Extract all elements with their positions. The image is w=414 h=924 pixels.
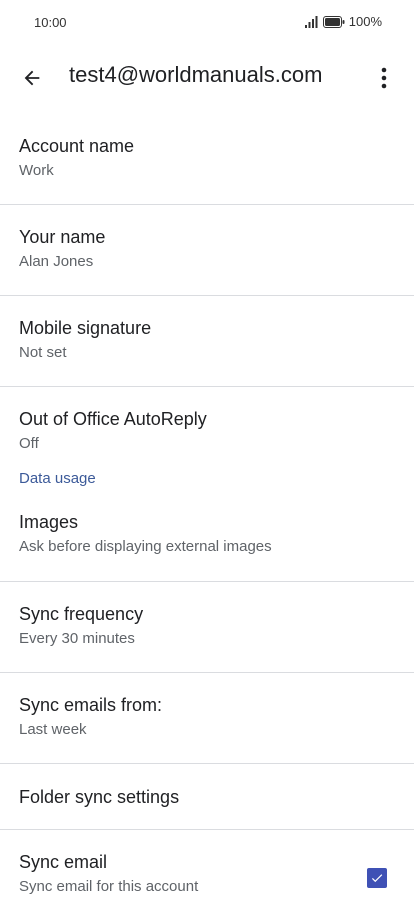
setting-images[interactable]: Images Ask before displaying external im… <box>0 506 414 582</box>
status-bar: 10:00 100% <box>0 0 414 46</box>
setting-title: Mobile signature <box>19 318 152 338</box>
setting-your-name[interactable]: Your name Alan Jones <box>0 205 414 296</box>
setting-title: Out of Office AutoReply <box>19 409 207 429</box>
signal-icon <box>304 15 318 28</box>
setting-title: Sync frequency <box>19 604 144 624</box>
setting-value: Ask before displaying external images <box>19 538 272 555</box>
app-bar: test4@worldmanuals.com <box>0 50 414 104</box>
setting-sync-email[interactable]: Sync email Sync email for this account <box>0 830 414 921</box>
setting-title: Sync emails from: <box>19 695 163 715</box>
sync-email-checkbox[interactable] <box>367 868 387 888</box>
setting-sync-frequency[interactable]: Sync frequency Every 30 minutes <box>0 582 414 673</box>
section-header-data-usage: Data usage <box>19 470 96 487</box>
setting-value: Work <box>19 162 54 179</box>
settings-list: Account name Work Your name Alan Jones M… <box>0 114 414 921</box>
back-button[interactable] <box>16 62 48 94</box>
setting-title: Account name <box>19 136 135 156</box>
setting-value: Last week <box>19 721 87 738</box>
setting-value: Every 30 minutes <box>19 630 135 647</box>
setting-title: Sync email <box>19 852 108 872</box>
setting-value: Alan Jones <box>19 253 94 270</box>
setting-title: Images <box>19 512 79 532</box>
status-indicators: 100% <box>304 14 382 29</box>
status-time: 10:00 <box>34 15 67 30</box>
setting-value: Sync email for this account <box>19 878 199 895</box>
setting-title: Your name <box>19 227 106 247</box>
more-vert-icon <box>381 67 387 89</box>
setting-value: Off <box>19 435 39 452</box>
battery-icon <box>322 15 345 28</box>
setting-out-of-office[interactable]: Out of Office AutoReply Off <box>0 387 414 470</box>
setting-value: Not set <box>19 344 67 361</box>
battery-percent: 100% <box>348 14 382 29</box>
setting-account-name[interactable]: Account name Work <box>0 114 414 205</box>
more-options-button[interactable] <box>370 62 398 94</box>
check-icon <box>371 874 383 883</box>
setting-folder-sync[interactable]: Folder sync settings <box>0 764 414 830</box>
setting-title: Folder sync settings <box>19 787 180 807</box>
setting-mobile-signature[interactable]: Mobile signature Not set <box>0 296 414 387</box>
setting-sync-emails-from[interactable]: Sync emails from: Last week <box>0 673 414 764</box>
arrow-left-icon <box>24 70 40 86</box>
page-title: test4@worldmanuals.com <box>69 62 323 87</box>
